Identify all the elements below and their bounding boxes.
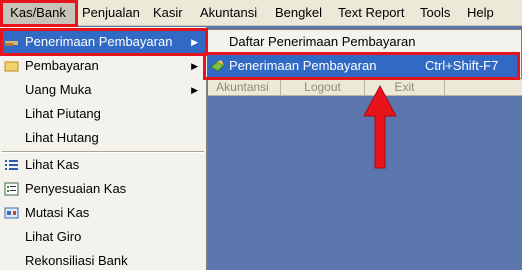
menu-item-label: Daftar Penerimaan Pembayaran — [229, 34, 416, 49]
menu-item-label: Lihat Giro — [25, 229, 82, 244]
menu-item-lihat-hutang[interactable]: Lihat Hutang — [0, 126, 206, 150]
menu-item-label: Lihat Hutang — [25, 130, 99, 145]
menu-item-penyesuaian-kas[interactable]: Penyesuaian Kas — [0, 177, 206, 201]
highlight-box-submenu-penerimaan — [203, 52, 520, 80]
menu-item-label: Uang Muka — [25, 82, 92, 97]
menu-akuntansi[interactable]: Akuntansi — [200, 0, 257, 26]
menu-item-lihat-giro[interactable]: Lihat Giro — [0, 225, 206, 249]
highlight-box-kas-bank — [0, 0, 78, 27]
transfer-icon — [4, 207, 19, 219]
menubar: Kas/Bank Penjualan Kasir Akuntansi Bengk… — [0, 0, 522, 26]
menu-item-label: Penyesuaian Kas — [25, 181, 127, 196]
list-icon — [5, 160, 18, 170]
form-icon — [4, 182, 19, 196]
menu-item-uang-muka[interactable]: Uang Muka ▶ — [0, 78, 206, 102]
annotation-arrow-icon — [363, 84, 397, 169]
menu-item-label: Rekonsiliasi Bank — [25, 253, 128, 268]
highlight-box-penerimaan — [0, 28, 208, 56]
menu-tools[interactable]: Tools — [420, 0, 450, 26]
menu-item-rekonsiliasi-bank[interactable]: Rekonsiliasi Bank — [0, 249, 206, 270]
submenu-arrow-icon: ▶ — [191, 61, 198, 71]
toolbar-logout-button[interactable]: Logout — [281, 79, 365, 96]
menu-item-label: Lihat Piutang — [25, 106, 101, 121]
toolbar-akuntansi-button[interactable]: Akuntansi — [205, 79, 281, 96]
menu-text-report[interactable]: Text Report — [338, 0, 404, 26]
menu-item-label: Lihat Kas — [25, 157, 80, 172]
menu-kasir[interactable]: Kasir — [153, 0, 183, 26]
menu-penjualan[interactable]: Penjualan — [82, 0, 140, 26]
menu-item-mutasi-kas[interactable]: Mutasi Kas — [0, 201, 206, 225]
submenu-arrow-icon: ▶ — [191, 85, 198, 95]
kas-bank-dropdown: Penerimaan Pembayaran ▶ Pembayaran ▶ Uan… — [0, 27, 208, 270]
folder-icon — [4, 61, 19, 72]
menu-item-label: Mutasi Kas — [25, 205, 90, 220]
menu-bengkel[interactable]: Bengkel — [275, 0, 322, 26]
submenu-item-daftar-penerimaan[interactable]: Daftar Penerimaan Pembayaran — [207, 30, 520, 54]
menu-item-lihat-piutang[interactable]: Lihat Piutang — [0, 102, 206, 126]
menu-item-label: Pembayaran — [25, 58, 99, 73]
menu-item-lihat-kas[interactable]: Lihat Kas — [0, 153, 206, 177]
menu-help[interactable]: Help — [467, 0, 494, 26]
menu-item-pembayaran[interactable]: Pembayaran ▶ — [0, 54, 206, 78]
